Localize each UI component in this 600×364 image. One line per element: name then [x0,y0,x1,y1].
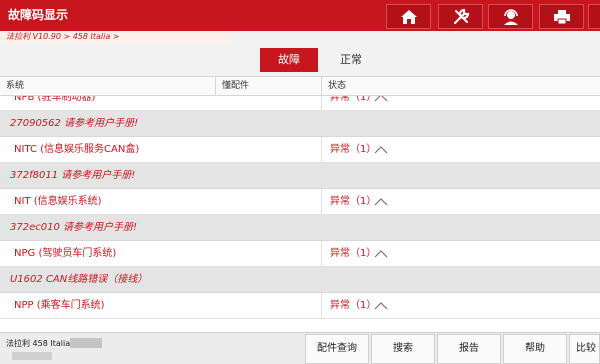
status-text: 异常（1） [330,196,377,207]
home-icon [400,9,417,24]
column-header-parts: 懂配件 [215,77,321,95]
print-button[interactable] [539,4,584,29]
fault-code-row: 27090562 请参考用户手册! [0,111,600,137]
redacted-info [70,338,102,348]
status-text: 异常（1） [330,300,377,311]
chevron-up-icon[interactable] [374,198,388,206]
tools-button[interactable] [438,4,483,29]
redacted-info [12,352,52,360]
table-row[interactable]: NPB (驻车制动器) 异常（1） [0,96,600,111]
system-name: NPP (乘客车门系统) [14,300,105,311]
status-text: 异常（1） [330,248,377,259]
table-header: 系统 懂配件 状态 [0,76,600,96]
home-button[interactable] [386,4,431,29]
compare-button[interactable]: 比较 [569,334,600,364]
support-agent-icon [503,8,518,25]
chevron-up-icon[interactable] [374,302,388,310]
column-header-system: 系统 [6,81,25,91]
search-button[interactable]: 搜索 [371,334,435,364]
system-name: NPB (驻车制动器) [14,96,96,103]
tab-fault[interactable]: 故障 [260,48,318,72]
page-title: 故障码显示 [8,8,69,22]
fault-code-row: 372ec010 请参考用户手册! [0,215,600,241]
support-button[interactable] [488,4,533,29]
parts-lookup-button[interactable]: 配件查询 [305,334,369,364]
table-row[interactable]: NPG (驾驶员车门系统) 异常（1） [0,241,600,267]
app-window: 故障码显示 法拉利 V10.90 > 458 Italia > 故障 正常 系统… [0,0,600,364]
chevron-up-icon[interactable] [374,250,388,258]
system-name: NIT (信息娱乐系统) [14,196,102,207]
system-name: NPG (驾驶员车门系统) [14,248,117,259]
tab-normal[interactable]: 正常 [322,48,380,72]
title-bar: 故障码显示 [0,0,600,31]
chevron-up-icon[interactable] [374,146,388,154]
tools-icon [453,8,469,24]
more-button[interactable] [588,4,600,29]
chevron-up-icon[interactable] [374,96,388,102]
table-row[interactable]: NITC (信息娱乐服务CAN盒) 异常（1） [0,137,600,163]
status-text: 异常（1） [330,96,377,103]
status-text: 异常（1） [330,144,377,155]
help-button[interactable]: 帮助 [503,334,567,364]
table-row[interactable]: NPP (乘客车门系统) 异常（1） [0,293,600,319]
report-button[interactable]: 报告 [437,334,501,364]
column-header-status: 状态 [321,77,600,95]
fault-list[interactable]: NPB (驻车制动器) 异常（1） 27090562 请参考用户手册! NITC… [0,96,600,332]
table-row[interactable]: NIT (信息娱乐系统) 异常（1） [0,189,600,215]
system-name: NITC (信息娱乐服务CAN盒) [14,144,140,155]
fault-code-row: 372f8011 请参考用户手册! [0,163,600,189]
fault-code-row: U1602 CAN线路错误（接线） [0,267,600,293]
breadcrumb: 法拉利 V10.90 > 458 Italia > [0,31,230,43]
vehicle-label: 法拉利 458 Italia [6,339,71,348]
tab-bar: 故障 正常 [0,43,600,76]
printer-icon [553,9,570,24]
